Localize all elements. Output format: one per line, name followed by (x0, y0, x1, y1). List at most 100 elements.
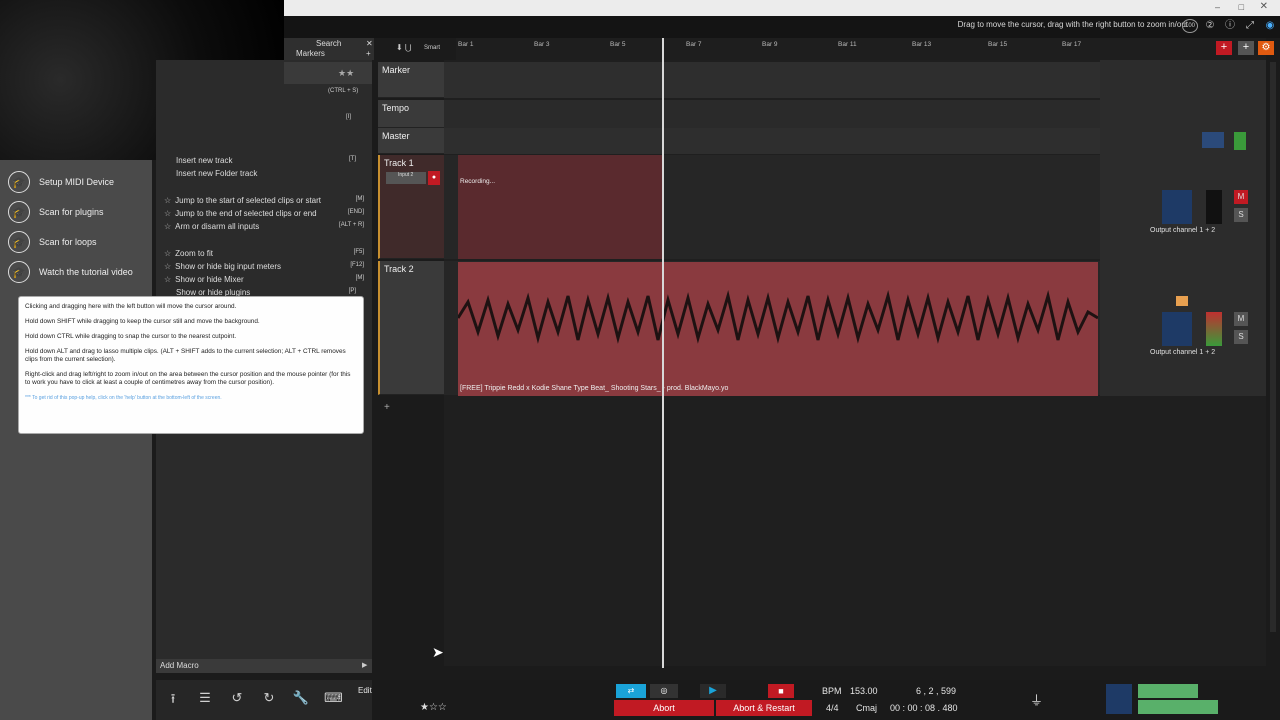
smart-label[interactable]: Smart (424, 45, 440, 51)
list-item[interactable]: ☆ Jump to the start of selected clips or … (164, 196, 364, 208)
abort-button[interactable]: Abort (614, 700, 714, 716)
search-header: Search Markers ✕ + (284, 38, 374, 60)
keyboard-icon[interactable]: ⌨ (324, 690, 343, 708)
plug-icon[interactable]: ⏚ (1030, 690, 1043, 709)
key-value[interactable]: Cmaj (856, 703, 877, 713)
minimize-icon[interactable]: – (1215, 2, 1220, 12)
star-icon[interactable]: ☆ (164, 262, 171, 271)
list-item[interactable]: ☆ Arm or disarm all inputs [ALT + R] (164, 222, 364, 234)
list-item[interactable]: ☆ Zoom to fit [F5] (164, 249, 364, 261)
maximize-icon[interactable]: □ (1239, 2, 1244, 12)
chevron-right-icon[interactable]: ▶ (362, 661, 367, 669)
output-label[interactable]: Output channel 1 + 2 (1150, 227, 1215, 234)
star-icon[interactable]: ☆ (164, 249, 171, 258)
bpm-value[interactable]: 153.00 (850, 686, 878, 696)
magnet-icon[interactable]: ⬇ ⋃ (396, 43, 412, 52)
marker-track-header[interactable]: Marker (378, 62, 444, 98)
sidebar-item-scan-plugins[interactable]: 🎓 Scan for plugins (8, 200, 104, 224)
metronome-button[interactable]: ◎ (650, 684, 678, 698)
add-track-icon[interactable]: + (384, 402, 390, 413)
recording-status: Recording... (460, 178, 496, 185)
upload-icon[interactable]: ⭱ (164, 690, 182, 708)
help-tooltip: Clicking and dragging here with the left… (18, 296, 364, 434)
list-item[interactable]: ☆ Show or hide big input meters [F12] (164, 262, 364, 274)
eye-icon[interactable]: ◉ (1262, 19, 1278, 33)
settings-icon[interactable]: ⚙ (1258, 41, 1274, 55)
close-icon[interactable]: ✕ (1260, 1, 1268, 12)
plugin-slot[interactable] (1162, 312, 1192, 346)
position-value[interactable]: 6 , 2 , 599 (916, 686, 956, 696)
mouse-pointer-icon: ➤ (432, 644, 444, 660)
level-meter (1206, 312, 1222, 346)
sidebar-item-scan-loops[interactable]: 🎓 Scan for loops (8, 230, 97, 254)
loop-button[interactable]: ⇄ (616, 684, 646, 698)
star-icon[interactable]: ★★ (338, 68, 354, 79)
playhead-cursor[interactable] (662, 38, 664, 668)
time-value[interactable]: 00 : 00 : 08 . 480 (890, 703, 958, 713)
abort-restart-button[interactable]: Abort & Restart (716, 700, 812, 716)
search-label[interactable]: Search (316, 39, 341, 48)
fullscreen-icon[interactable]: ⤢ (1242, 19, 1258, 33)
shortcut-key: (CTRL + S) (328, 88, 359, 94)
mute-button[interactable]: M (1234, 312, 1248, 326)
play-button[interactable]: ▶ (700, 684, 726, 698)
list-item[interactable]: Insert new track [T] (176, 156, 356, 168)
record-arm-button[interactable]: ● (428, 171, 440, 185)
list-item[interactable]: ☆ Show or hide Mixer [M] (164, 275, 364, 287)
plugin-slot[interactable] (1162, 190, 1192, 224)
track-name: Track 2 (384, 264, 414, 274)
timeline-ruler[interactable] (456, 38, 1266, 60)
add-marker-icon[interactable]: + (366, 49, 371, 58)
menu-icon[interactable]: ☰ (196, 690, 214, 708)
vertical-scrollbar[interactable] (1270, 62, 1276, 632)
info-icon[interactable]: ⓘ (1222, 19, 1238, 33)
sidebar-item-setup-midi[interactable]: 🎓 Setup MIDI Device (8, 170, 114, 194)
star-icon[interactable]: ☆ (164, 209, 171, 218)
help-icon[interactable]: ② (1202, 19, 1218, 33)
solo-button[interactable]: S (1234, 208, 1248, 222)
folder-icon (1176, 296, 1188, 306)
input-selector[interactable]: Input 2 (386, 172, 426, 184)
list-item[interactable]: Insert new Folder track (176, 169, 356, 181)
star-icon[interactable]: ★☆☆ (420, 702, 447, 713)
recording-clip[interactable] (458, 155, 662, 259)
left-sidebar: 🎓 Setup MIDI Device 🎓 Scan for plugins 🎓… (0, 160, 152, 720)
sidebar-item-tutorial-video[interactable]: 🎓 Watch the tutorial video (8, 260, 133, 284)
add-track-button[interactable]: + (1216, 41, 1232, 55)
bar-label: Bar 9 (762, 41, 778, 48)
time-signature[interactable]: 4/4 (826, 703, 839, 713)
master-track-header[interactable]: Master (378, 128, 444, 154)
undo-icon[interactable]: ↺ (228, 690, 246, 708)
star-icon[interactable]: ☆ (164, 222, 171, 231)
bar-label: Bar 11 (838, 41, 857, 48)
tooltip-line: Right-click and drag left/right to zoom … (25, 371, 351, 386)
mute-button[interactable]: M (1234, 190, 1248, 204)
graduation-cap-icon: 🎓 (8, 231, 30, 253)
star-icon[interactable]: ☆ (164, 196, 171, 205)
add-button[interactable]: + (1238, 41, 1254, 55)
markers-label[interactable]: Markers (296, 49, 325, 58)
sidebar-item-label: Setup MIDI Device (39, 177, 115, 187)
zoom-level[interactable]: 100 (1182, 19, 1198, 33)
bar-label: Bar 5 (610, 41, 626, 48)
redo-icon[interactable]: ↻ (260, 690, 278, 708)
wrench-icon[interactable]: 🔧 (292, 690, 310, 708)
bpm-label: BPM (822, 686, 842, 696)
plugin-slot[interactable] (1202, 132, 1224, 148)
list-item[interactable]: ☆ Jump to the end of selected clips or en… (164, 209, 364, 221)
output-label[interactable]: Output channel 1 + 2 (1150, 349, 1215, 356)
solo-button[interactable]: S (1234, 330, 1248, 344)
tempo-track-header[interactable]: Tempo (378, 100, 444, 128)
track2-header[interactable]: Track 2 (378, 261, 444, 395)
close-panel-icon[interactable]: ✕ (366, 39, 373, 48)
track-name: Tempo (382, 103, 410, 113)
star-icon[interactable]: ☆ (164, 275, 171, 284)
sidebar-item-label: Scan for loops (39, 237, 97, 247)
track1-header[interactable]: Track 1 Input 2 ● (378, 155, 444, 259)
tooltip-line: Clicking and dragging here with the left… (25, 303, 237, 310)
edit-label[interactable]: Edit (358, 686, 372, 695)
bar-label: Bar 17 (1062, 41, 1082, 48)
add-macro-button[interactable]: Add Macro (156, 659, 372, 673)
sidebar-item-label: Scan for plugins (39, 207, 104, 217)
stop-button[interactable]: ■ (768, 684, 794, 698)
